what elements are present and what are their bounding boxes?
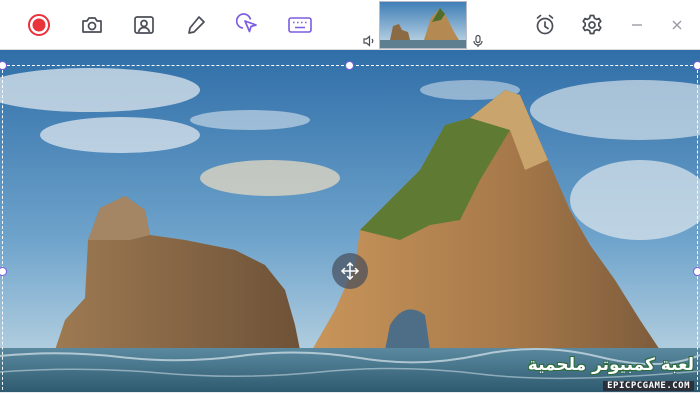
schedule-button[interactable] <box>532 12 558 38</box>
resize-handle-top-right[interactable] <box>693 61 700 70</box>
keystrokes-button[interactable] <box>287 12 313 38</box>
close-button[interactable] <box>664 12 690 38</box>
resize-handle-top[interactable] <box>345 61 354 70</box>
desktop-wallpaper <box>0 50 700 392</box>
annotate-button[interactable] <box>183 12 209 38</box>
camera-icon <box>82 17 102 33</box>
cursor-effects-button[interactable] <box>235 12 261 38</box>
capture-preview-thumbnail[interactable] <box>379 1 467 49</box>
alarm-clock-icon <box>536 14 554 35</box>
cursor-click-icon <box>236 13 257 33</box>
screen-capture-area[interactable] <box>0 50 700 392</box>
speaker-icon[interactable] <box>362 34 376 48</box>
webcam-button[interactable] <box>131 12 157 38</box>
minimize-icon <box>632 24 642 26</box>
webcam-icon <box>134 16 154 34</box>
screenshot-button[interactable] <box>79 12 105 38</box>
move-handle[interactable] <box>332 253 368 289</box>
record-icon <box>28 14 50 36</box>
resize-handle-right[interactable] <box>693 267 700 276</box>
microphone-icon[interactable] <box>471 34 485 48</box>
recorder-toolbar <box>0 0 700 50</box>
keyboard-icon <box>288 17 312 33</box>
settings-button[interactable] <box>579 12 605 38</box>
move-arrows-icon <box>341 262 359 280</box>
minimize-button[interactable] <box>624 12 650 38</box>
pencil-icon <box>188 16 205 34</box>
close-icon <box>672 20 682 30</box>
gear-icon <box>582 14 602 35</box>
record-button[interactable] <box>26 12 52 38</box>
